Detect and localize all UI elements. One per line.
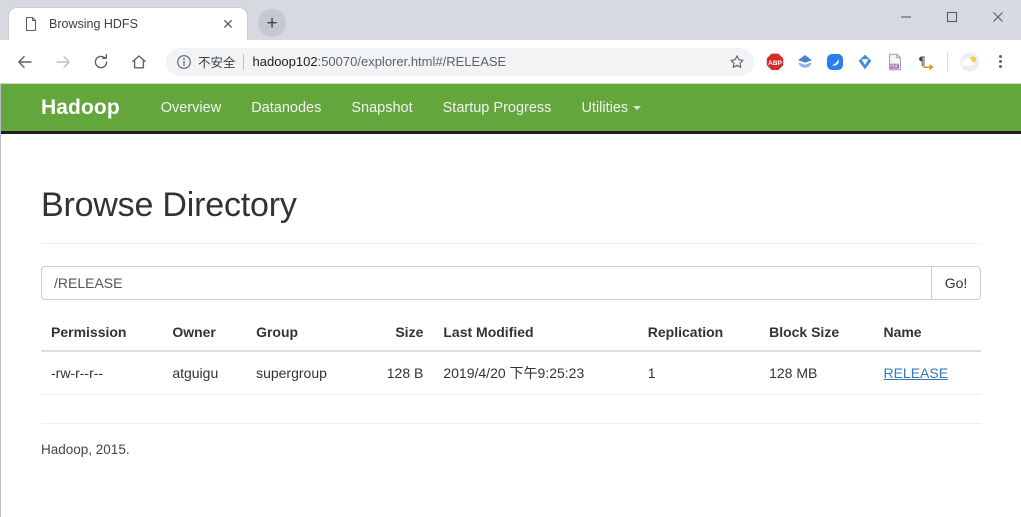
gem-icon[interactable] (792, 49, 818, 75)
column-header-last-modified[interactable]: Last Modified (433, 316, 638, 352)
info-icon[interactable] (176, 54, 192, 70)
blue-circle-icon[interactable] (822, 49, 848, 75)
maximize-button[interactable] (929, 0, 975, 33)
browser-toolbar: 不安全 hadoop102:50070/explorer.html#/RELEA… (0, 40, 1021, 84)
page-title: Browse Directory (41, 186, 297, 224)
page-viewport: Hadoop Overview Datanodes Snapshot Start… (0, 84, 1021, 517)
url-host: hadoop102 (252, 54, 318, 69)
column-header-block-size[interactable]: Block Size (759, 316, 874, 352)
table-header-row: Permission Owner Group Size Last Modifie… (41, 316, 981, 352)
path-input[interactable] (41, 266, 931, 300)
page-container: Browse Directory Go! Permission Owner Gr… (1, 186, 1021, 457)
omnibox-divider (242, 53, 244, 70)
weather-icon[interactable] (957, 49, 983, 75)
toolbar-divider (947, 51, 948, 72)
cell-permission: -rw-r--r-- (41, 351, 163, 395)
new-tab-button[interactable]: + (258, 9, 286, 37)
nav-item-snapshot[interactable]: Snapshot (336, 100, 427, 116)
file-link-release[interactable]: RELEASE (883, 365, 948, 381)
table-row: -rw-r--r-- atguigu supergroup 128 B 2019… (41, 351, 981, 395)
file-listing-table: Permission Owner Group Size Last Modifie… (41, 316, 981, 395)
cell-group: supergroup (246, 351, 362, 395)
v-diamond-icon[interactable] (852, 49, 878, 75)
tab-title: Browsing HDFS (49, 17, 138, 31)
column-header-owner[interactable]: Owner (162, 316, 247, 352)
cell-last-modified: 2019/4/20 下午9:25:23 (433, 351, 638, 395)
cell-size: 128 B (361, 351, 434, 395)
bookmark-star-icon[interactable] (724, 49, 750, 75)
adblock-plus-icon[interactable]: ABP (762, 49, 788, 75)
column-header-replication[interactable]: Replication (637, 316, 760, 352)
path-form: Go! (41, 266, 981, 300)
close-window-button[interactable] (975, 0, 1021, 33)
chevron-down-icon (633, 105, 642, 110)
forward-button[interactable] (47, 46, 79, 78)
go-button[interactable]: Go! (931, 266, 981, 300)
column-header-group[interactable]: Group (246, 316, 362, 352)
cell-owner: atguigu (162, 351, 247, 395)
window-controls (883, 0, 1021, 33)
svg-text:PDF: PDF (890, 63, 899, 68)
tab-strip: Browsing HDFS ✕ + (0, 0, 1021, 40)
page-footer: Hadoop, 2015. (41, 423, 981, 457)
back-button[interactable] (9, 46, 41, 78)
nav-item-utilities-label: Utilities (581, 99, 629, 116)
browser-menu-button[interactable] (987, 55, 1013, 68)
column-header-size[interactable]: Size (361, 316, 434, 352)
column-header-name[interactable]: Name (873, 316, 981, 352)
browser-window: Browsing HDFS ✕ + 不安全 hadoop102:50070/ex… (0, 0, 1021, 517)
table-head: Permission Owner Group Size Last Modifie… (41, 316, 981, 352)
table-body: -rw-r--r-- atguigu supergroup 128 B 2019… (41, 351, 981, 395)
cell-replication: 1 (637, 351, 760, 395)
minimize-button[interactable] (883, 0, 929, 33)
nav-item-utilities[interactable]: Utilities (566, 100, 656, 116)
nav-item-datanodes[interactable]: Datanodes (236, 100, 336, 116)
pilcrow-icon[interactable]: ¶ (912, 49, 938, 75)
close-tab-icon[interactable]: ✕ (219, 15, 237, 33)
browser-tab[interactable]: Browsing HDFS ✕ (8, 7, 248, 40)
url-path: :50070/explorer.html#/RELEASE (317, 54, 507, 69)
address-bar[interactable]: 不安全 hadoop102:50070/explorer.html#/RELEA… (166, 47, 754, 76)
title-divider (41, 243, 981, 244)
pdf-icon[interactable]: PDF (882, 49, 908, 75)
page-icon (23, 16, 39, 32)
hadoop-navbar: Hadoop Overview Datanodes Snapshot Start… (1, 84, 1021, 134)
cell-block-size: 128 MB (759, 351, 874, 395)
nav-item-startup-progress[interactable]: Startup Progress (428, 100, 567, 116)
navbar-brand[interactable]: Hadoop (41, 96, 120, 120)
nav-item-overview[interactable]: Overview (146, 100, 236, 116)
url-text: hadoop102:50070/explorer.html#/RELEASE (253, 54, 507, 69)
security-status-label: 不安全 (198, 56, 236, 70)
reload-button[interactable] (85, 46, 117, 78)
column-header-permission[interactable]: Permission (41, 316, 163, 352)
svg-text:¶: ¶ (918, 53, 925, 68)
cell-name: RELEASE (873, 351, 981, 395)
svg-text:ABP: ABP (768, 60, 783, 67)
home-button[interactable] (123, 46, 155, 78)
